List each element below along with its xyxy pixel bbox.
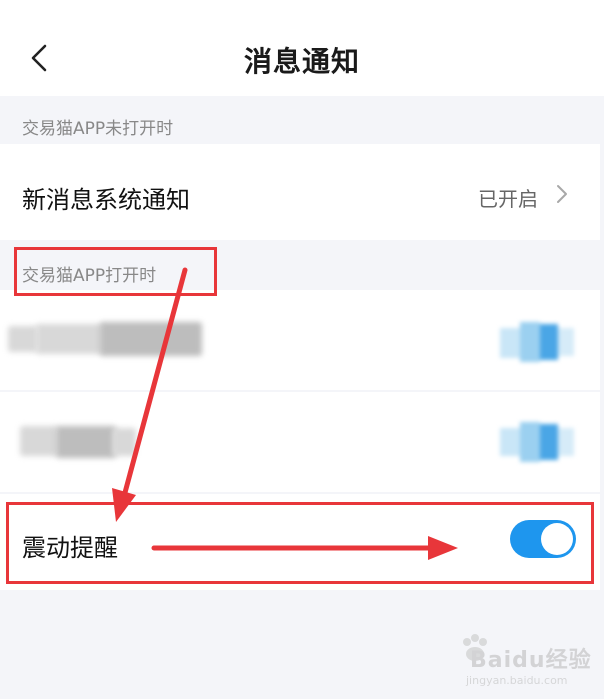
notification-status-value: 已开启 xyxy=(478,187,538,211)
blurred-label xyxy=(112,428,136,456)
blurred-toggle xyxy=(500,322,580,362)
new-message-notification-label: 新消息系统通知 xyxy=(22,186,190,214)
annotation-box-section xyxy=(14,247,217,296)
blurred-label xyxy=(8,326,38,352)
watermark-brand: Baidu经验 xyxy=(470,648,592,673)
blurred-toggle xyxy=(500,422,580,462)
blurred-label xyxy=(100,322,202,356)
watermark-url: jingyan.baidu.com xyxy=(466,674,568,687)
section-label-app-closed: 交易猫APP未打开时 xyxy=(22,119,174,139)
chevron-right-icon xyxy=(557,185,567,203)
top-bar: 消息通知 xyxy=(0,0,604,96)
annotation-box-vibration xyxy=(6,502,594,584)
baidu-watermark: Baidu经验 jingyan.baidu.com xyxy=(458,632,598,692)
blurred-setting-row[interactable] xyxy=(0,290,600,390)
blurred-setting-row[interactable] xyxy=(0,392,600,492)
new-message-notification-row[interactable]: 新消息系统通知 已开启 xyxy=(0,144,600,240)
blurred-label xyxy=(56,426,116,458)
blurred-label xyxy=(36,324,104,354)
blurred-label xyxy=(20,426,58,456)
page-title: 消息通知 xyxy=(243,45,360,78)
